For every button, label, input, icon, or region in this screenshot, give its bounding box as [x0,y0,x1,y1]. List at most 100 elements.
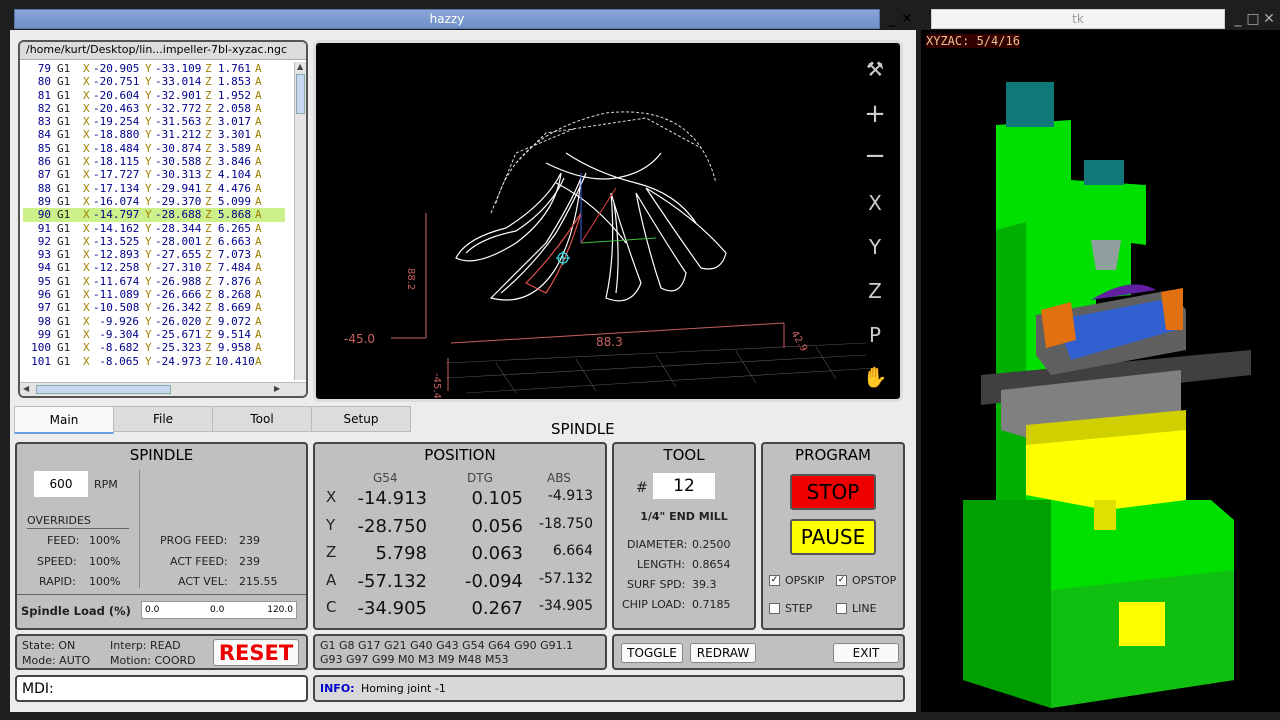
stop-button[interactable]: STOP [790,474,876,510]
status-panel: State: ON Mode: AUTO Interp: READ Motion… [15,634,308,670]
gcode-line[interactable]: 99 G1 X -9.304 Y -25.671 Z 9.514 A [23,328,285,341]
close-icon[interactable]: ✕ [899,11,915,27]
gcode-line[interactable]: 98 G1 X -9.926 Y -26.020 Z 9.072 A [23,315,285,328]
gcode-line[interactable]: 88 G1 X -17.134 Y -29.941 Z 4.476 A [23,182,285,195]
dtg-value: -0.094 [464,570,523,592]
tk-window-title[interactable]: tk [931,9,1225,29]
z-value: 8.669 [217,301,251,315]
x-value: -20.905 [93,62,140,75]
toolpath-preview[interactable]: 88.3 -45.0 88.2 -45.4 42.9 ⚒ + − X Y Z P… [313,40,903,402]
toolpath-plot: 88.3 -45.0 88.2 -45.4 42.9 [344,111,877,399]
axis-z: Z [205,354,212,368]
pause-button[interactable]: PAUSE [790,519,876,555]
reset-button[interactable]: RESET [213,639,299,666]
tab-file[interactable]: File [113,406,213,432]
axis-label: Y [326,515,336,534]
axis-a: A [255,128,262,142]
gcode-line[interactable]: 82 G1 X -20.463 Y -32.772 Z 2.058 A [23,102,285,115]
redraw-button[interactable]: REDRAW [690,643,756,663]
axis-z: Z [205,221,212,235]
line-number: 87 [37,168,51,182]
scroll-thumb[interactable] [36,385,171,394]
gcode-vertical-scrollbar[interactable]: ▲ [294,62,306,380]
view-z-button[interactable]: Z [860,279,890,303]
hand-icon[interactable]: ✋ [860,365,890,389]
x-value: -11.674 [93,274,140,288]
chip-load-label: CHIP LOAD: [622,598,686,611]
tk-minimize-icon[interactable]: _ [1230,11,1246,27]
gcode-viewer[interactable]: /home/kurt/Desktop/lin...impeller-7bl-xy… [18,40,308,398]
mdi-input[interactable]: MDI: [15,675,308,702]
axis-y: Y [145,88,152,102]
line-number: 101 [31,354,51,368]
zoom-out-icon[interactable]: − [860,141,890,171]
gcode-line[interactable]: 81 G1 X -20.604 Y -32.901 Z 1.952 A [23,89,285,102]
scroll-up-icon[interactable]: ▲ [297,62,303,71]
zoom-in-icon[interactable]: + [860,99,890,129]
wrench-icon[interactable]: ⚒ [860,57,890,81]
line-checkbox[interactable] [836,603,847,614]
y-value: -31.563 [155,115,202,129]
exit-button[interactable]: EXIT [833,643,899,663]
gcode-line[interactable]: 101 G1 X -8.065 Y -24.973 Z 10.410 A [23,355,285,368]
gcode-line[interactable]: 87 G1 X -17.727 Y -30.313 Z 4.104 A [23,168,285,181]
y-value: -30.588 [155,155,202,169]
axis-x: X [83,301,90,315]
gcode-line[interactable]: 84 G1 X -18.880 Y -31.212 Z 3.301 A [23,128,285,141]
axis-z: Z [205,288,212,302]
simulation-window[interactable]: XYZAC: 5/4/16 [921,30,1280,712]
x-value: -20.751 [93,75,140,89]
toggle-button[interactable]: TOGGLE [621,643,683,663]
dim-z-label: -45.4 [431,373,442,399]
line-number: 91 [37,221,51,235]
tk-close-icon[interactable]: ✕ [1261,11,1277,27]
info-message: Homing joint -1 [361,682,446,695]
tab-main[interactable]: Main [14,406,114,434]
gcode-line[interactable]: 92 G1 X -13.525 Y -28.001 Z 6.663 A [23,235,285,248]
axis-x: X [83,194,90,208]
axis-y: Y [145,341,152,355]
spindle-rpm-input[interactable]: 600 [34,471,88,497]
opskip-checkbox[interactable]: ✓ [769,575,780,586]
gcode-line[interactable]: 97 G1 X -10.508 Y -26.342 Z 8.669 A [23,301,285,314]
gcode-line[interactable]: 79 G1 X -20.905 Y -33.109 Z 1.761 A [23,62,285,75]
axis-y: Y [145,234,152,248]
gcode-line[interactable]: 89 G1 X -16.074 Y -29.370 Z 5.099 A [23,195,285,208]
gcode-line[interactable]: 80 G1 X -20.751 Y -33.014 Z 1.853 A [23,75,285,88]
view-p-button[interactable]: P [860,323,890,347]
minimize-icon[interactable]: _ [884,11,900,27]
gcode-line[interactable]: 86 G1 X -18.115 Y -30.588 Z 3.846 A [23,155,285,168]
gcode-word: G1 [57,141,71,155]
view-x-button[interactable]: X [860,191,890,215]
gcode-line[interactable]: 95 G1 X -11.674 Y -26.988 Z 7.876 A [23,275,285,288]
tk-maximize-icon[interactable]: □ [1245,11,1261,27]
gcode-line[interactable]: 85 G1 X -18.484 Y -30.874 Z 3.589 A [23,142,285,155]
view-y-button[interactable]: Y [860,235,890,259]
axis-z: Z [205,274,212,288]
axis-a: A [255,115,262,129]
y-value: -24.973 [155,354,202,368]
gcode-line[interactable]: 91 G1 X -14.162 Y -28.344 Z 6.265 A [23,222,285,235]
gcode-line[interactable]: 83 G1 X -19.254 Y -31.563 Z 3.017 A [23,115,285,128]
scroll-right-icon[interactable]: ▶ [274,384,280,393]
gcode-lines[interactable]: 79 G1 X -20.905 Y -33.109 Z 1.761 A 80 G1 X -20.751 Y… [23,62,285,380]
x-value: -20.604 [93,88,140,102]
axis-y: Y [145,327,152,341]
scroll-left-icon[interactable]: ◀ [23,384,29,393]
axis-x: X [83,221,90,235]
gcode-line[interactable]: 90 G1 X -14.797 Y -28.688 Z 5.868 A [23,208,285,222]
gcode-line[interactable]: 96 G1 X -11.089 Y -26.666 Z 8.268 A [23,288,285,301]
tab-setup[interactable]: Setup [311,406,411,432]
gcode-line[interactable]: 100 G1 X -8.682 Y -25.323 Z 9.958 A [23,341,285,354]
gcode-horizontal-scrollbar[interactable]: ◀ ▶ [20,382,306,396]
gcode-line[interactable]: 94 G1 X -12.258 Y -27.310 Z 7.484 A [23,261,285,274]
length-label: LENGTH: [637,558,686,571]
opstop-checkbox[interactable]: ✓ [836,575,847,586]
hazzy-window-title[interactable]: hazzy [14,9,880,29]
gcode-line[interactable]: 93 G1 X -12.893 Y -27.655 Z 7.073 A [23,248,285,261]
spindle-load-label: Spindle Load (%) [21,604,131,618]
tab-tool[interactable]: Tool [212,406,312,432]
scroll-thumb[interactable] [296,74,305,114]
step-checkbox[interactable] [769,603,780,614]
tool-number-input[interactable]: 12 [653,473,715,499]
